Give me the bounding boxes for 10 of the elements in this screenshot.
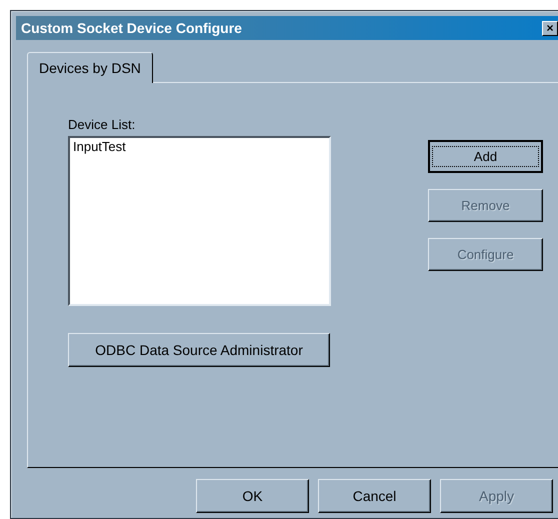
window-title: Custom Socket Device Configure — [21, 20, 242, 36]
list-item[interactable]: InputTest — [72, 139, 327, 154]
tab[interactable]: Devices by DSN — [27, 52, 153, 83]
device-list-label: Device List: — [68, 117, 136, 132]
button[interactable]: OK — [196, 479, 309, 513]
button[interactable]: Add — [428, 140, 543, 173]
button[interactable]: ODBC Data Source Administrator — [68, 333, 330, 367]
close-button[interactable]: × — [542, 20, 558, 36]
button[interactable]: Cancel — [318, 479, 431, 513]
device-list[interactable]: InputTest — [68, 136, 331, 306]
